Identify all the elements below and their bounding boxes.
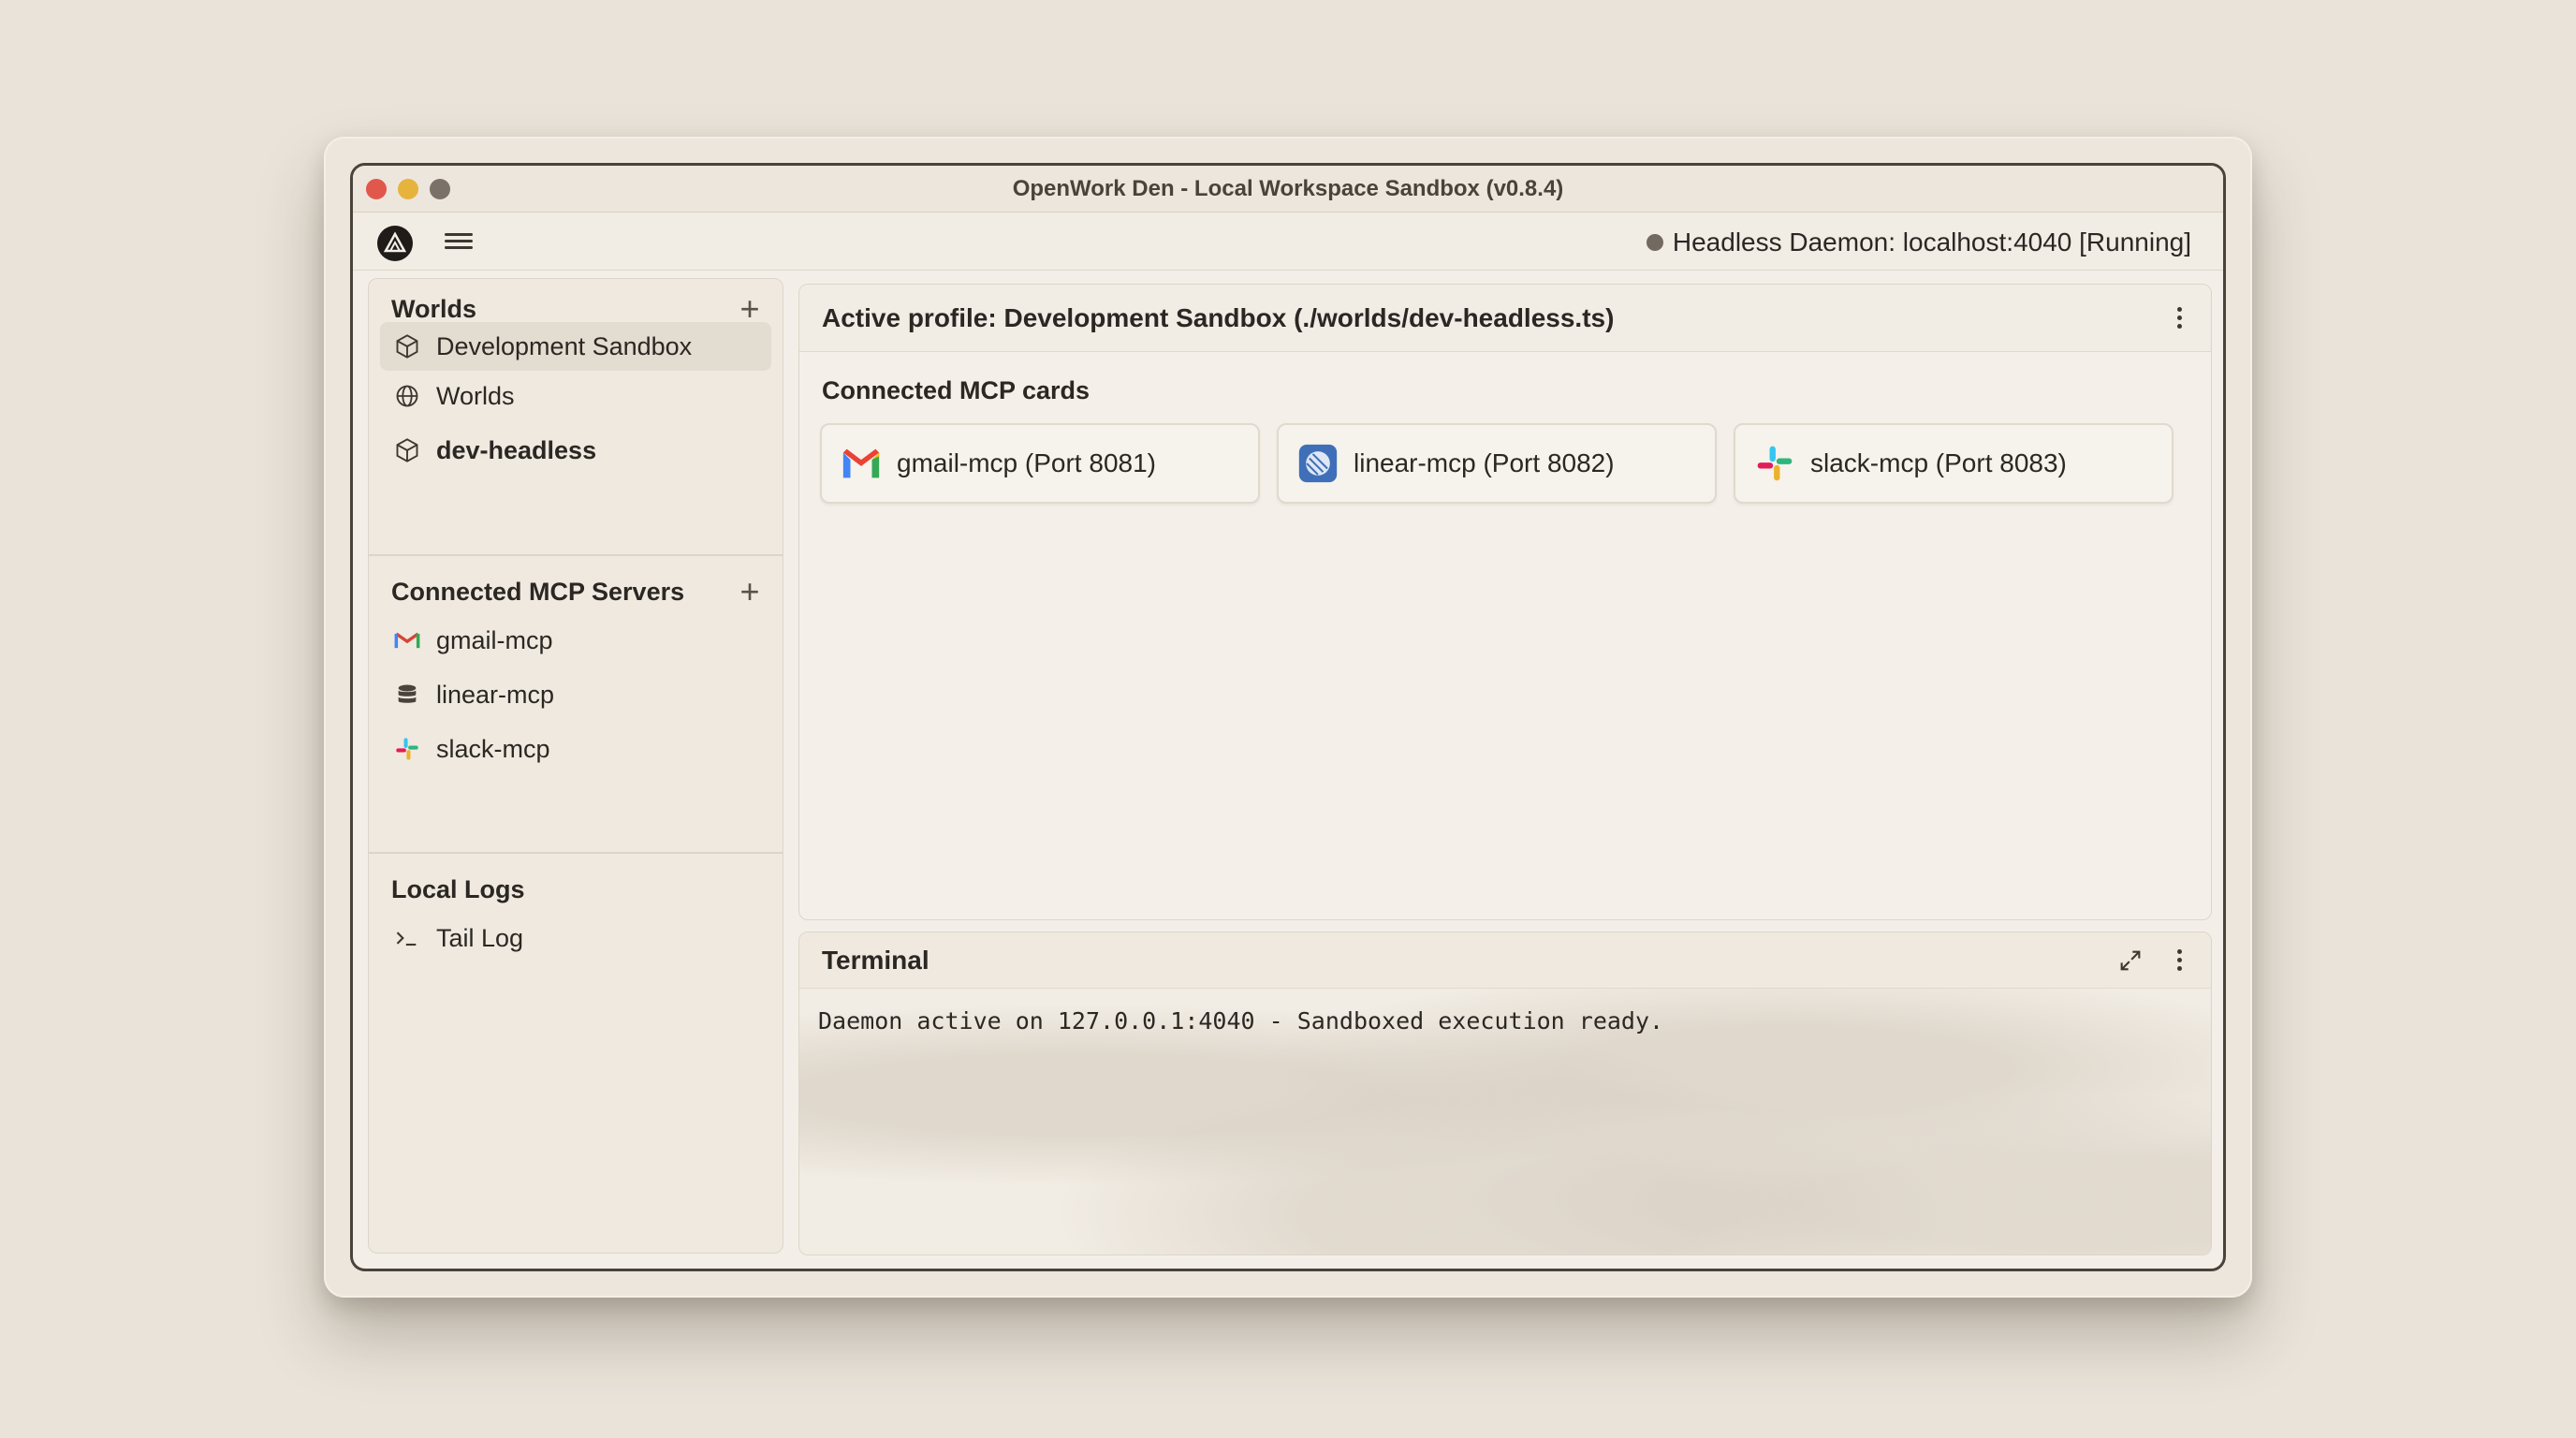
terminal-prompt-icon <box>393 924 421 952</box>
sidebar-item-label: Tail Log <box>436 923 524 952</box>
sidebar-item-label: slack-mcp <box>436 734 550 763</box>
linear-icon <box>1295 441 1340 486</box>
card-label: slack-mcp (Port 8083) <box>1810 448 2067 477</box>
globe-icon <box>393 382 421 410</box>
logs-section-header: Local Logs <box>391 871 764 908</box>
database-icon <box>393 681 421 709</box>
cube-icon <box>393 332 421 360</box>
add-mcp-server-button[interactable]: + <box>736 575 764 609</box>
profile-panel-header: Active profile: Development Sandbox (./w… <box>799 285 2211 352</box>
sidebar-item-worlds[interactable]: Worlds <box>380 372 771 420</box>
gmail-icon <box>393 626 421 654</box>
slack-icon <box>393 735 421 763</box>
sidebar-divider <box>369 852 783 854</box>
app-window: OpenWork Den - Local Workspace Sandbox (… <box>350 163 2226 1271</box>
sidebar-item-gmail-mcp[interactable]: gmail-mcp <box>380 616 771 665</box>
mcp-card-linear[interactable]: linear-mcp (Port 8082) <box>1277 423 1717 504</box>
mcp-card-gmail[interactable]: gmail-mcp (Port 8081) <box>820 423 1260 504</box>
mcp-heading: Connected MCP Servers <box>391 577 685 606</box>
minimize-window-button[interactable] <box>398 179 418 199</box>
cards-section-title: Connected MCP cards <box>822 376 1090 404</box>
profile-more-options-icon[interactable] <box>2175 303 2183 333</box>
window-title: OpenWork Den - Local Workspace Sandbox (… <box>1012 175 1564 201</box>
add-world-button[interactable]: + <box>736 292 764 326</box>
sidebar-item-linear-mcp[interactable]: linear-mcp <box>380 670 771 719</box>
terminal-panel: Terminal Daemon active on 127.0.0.1:4040… <box>798 932 2212 1255</box>
sidebar-item-label: Development Sandbox <box>436 331 693 360</box>
hamburger-menu-icon[interactable] <box>445 229 473 254</box>
sidebar-item-label: linear-mcp <box>436 680 555 709</box>
card-label: linear-mcp (Port 8082) <box>1354 448 1615 477</box>
close-window-button[interactable] <box>366 179 387 199</box>
cube-icon <box>393 436 421 464</box>
sidebar-item-dev-headless[interactable]: dev-headless <box>380 426 771 475</box>
zoom-window-button[interactable] <box>430 179 450 199</box>
slack-icon <box>1752 441 1797 486</box>
terminal-header: Terminal <box>799 932 2211 989</box>
sidebar-item-development-sandbox[interactable]: Development Sandbox <box>380 322 771 371</box>
sidebar-item-label: Worlds <box>436 381 515 410</box>
mcp-card-slack[interactable]: slack-mcp (Port 8083) <box>1734 423 2174 504</box>
sidebar-divider <box>369 554 783 556</box>
title-bar: OpenWork Den - Local Workspace Sandbox (… <box>353 166 2223 213</box>
status-dot-icon <box>1646 234 1663 251</box>
daemon-status: Headless Daemon: localhost:4040 [Running… <box>1646 227 2191 257</box>
sidebar-item-label: dev-headless <box>436 435 597 464</box>
sidebar-item-tail-log[interactable]: Tail Log <box>380 914 771 962</box>
window-controls <box>366 179 450 199</box>
toolbar: Headless Daemon: localhost:4040 [Running… <box>353 213 2223 271</box>
terminal-more-options-icon[interactable] <box>2175 946 2183 976</box>
daemon-status-text: Headless Daemon: localhost:4040 [Running… <box>1672 227 2191 257</box>
sidebar-item-slack-mcp[interactable]: slack-mcp <box>380 725 771 773</box>
active-profile-title: Active profile: Development Sandbox (./w… <box>822 302 1615 332</box>
worlds-heading: Worlds <box>391 294 477 323</box>
sidebar: Worlds + Development Sandbox Worlds dev-… <box>368 278 783 1254</box>
sidebar-item-label: gmail-mcp <box>436 625 553 654</box>
terminal-output[interactable]: Daemon active on 127.0.0.1:4040 - Sandbo… <box>799 989 2211 1255</box>
gmail-icon <box>839 441 884 486</box>
logs-heading: Local Logs <box>391 874 525 903</box>
terminal-line: Daemon active on 127.0.0.1:4040 - Sandbo… <box>818 1007 1664 1034</box>
terminal-title: Terminal <box>822 945 929 975</box>
card-label: gmail-mcp (Port 8081) <box>897 448 1156 477</box>
expand-icon[interactable] <box>2117 947 2144 974</box>
profile-panel: Active profile: Development Sandbox (./w… <box>798 284 2212 920</box>
mcp-section-header: Connected MCP Servers + <box>391 573 764 610</box>
app-logo-icon[interactable] <box>377 226 413 261</box>
